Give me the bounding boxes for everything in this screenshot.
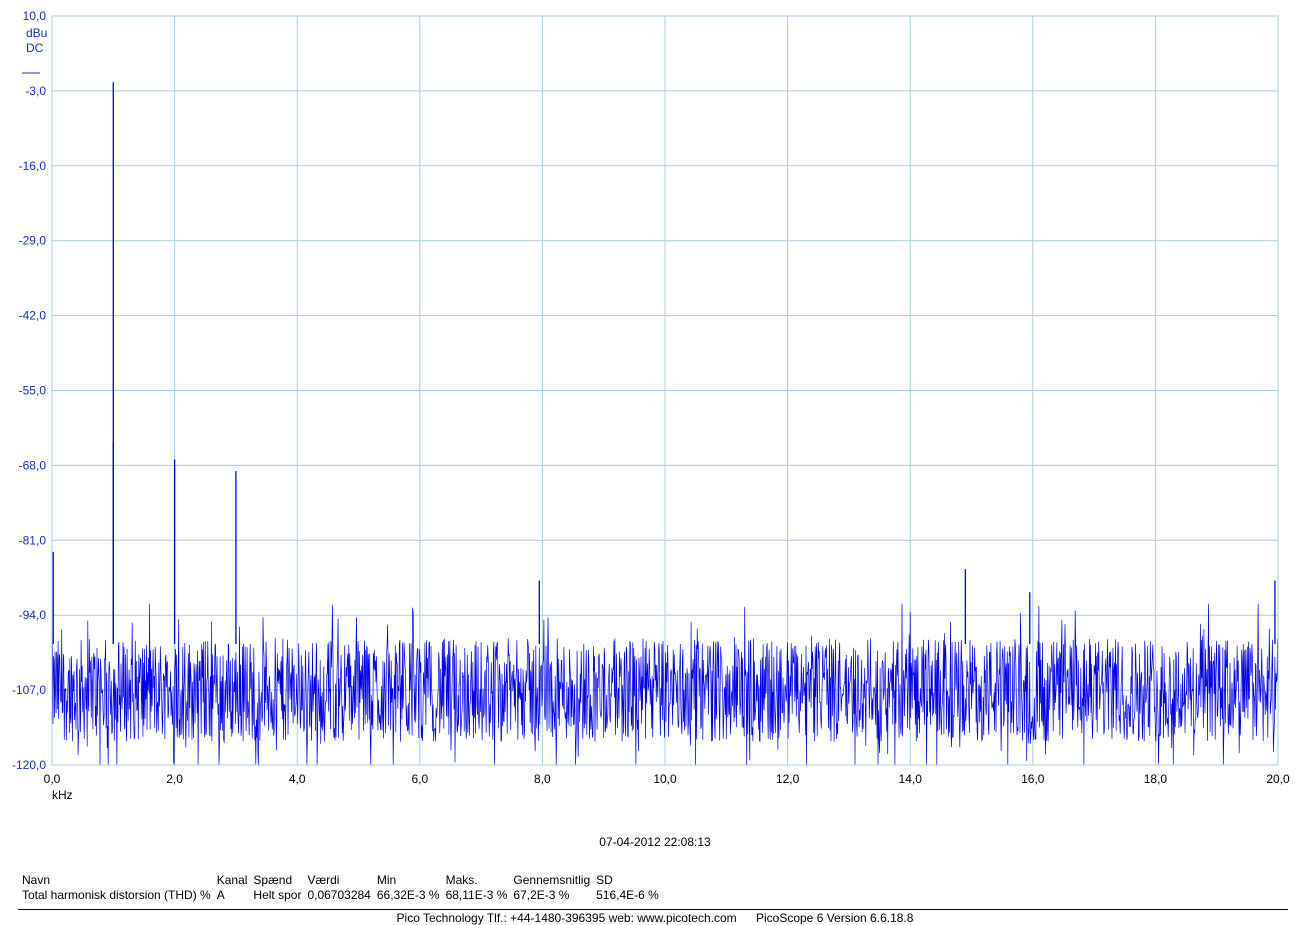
- y-tick-label: -3,0: [25, 84, 46, 98]
- header-value: Værdi: [307, 872, 340, 887]
- x-unit-label: kHz: [52, 788, 73, 802]
- footer-company: Pico Technology Tlf.: +44-1480-396395 we…: [396, 911, 737, 925]
- table-row: Total harmonisk distorsion (THD) % A Hel…: [22, 887, 665, 902]
- header-name: Navn: [22, 872, 51, 887]
- x-tick-label: 6,0: [411, 772, 428, 786]
- y-tick-label: -29,0: [19, 234, 47, 248]
- y-tick-label: -16,0: [19, 159, 47, 173]
- y-tick-label: -42,0: [19, 309, 47, 323]
- measurements-table: Navn Kanal Spænd Værdi Min Maks. Gennems…: [22, 872, 665, 902]
- header-max: Maks.: [445, 872, 478, 887]
- cell-average: 67,2E-3 %: [513, 887, 570, 902]
- header-min: Min: [376, 872, 397, 887]
- y-tick-label: -81,0: [19, 533, 47, 547]
- spectrum-peaks: [52, 82, 1276, 645]
- cell-span: Helt spor: [253, 887, 302, 902]
- cell-max: 68,11E-3 %: [445, 887, 508, 902]
- x-tick-label: 18,0: [1144, 772, 1168, 786]
- cell-sd: 516,4E-6 %: [596, 887, 659, 902]
- y-unit-label: dBu: [26, 26, 47, 40]
- x-tick-label: 12,0: [776, 772, 800, 786]
- header-span: Spænd: [253, 872, 293, 887]
- cell-value: 0,06703284: [307, 887, 371, 902]
- x-tick-label: 2,0: [166, 772, 183, 786]
- footer: Pico Technology Tlf.: +44-1480-396395 we…: [0, 911, 1310, 925]
- x-tick-label: 14,0: [899, 772, 923, 786]
- x-tick-label: 20,0: [1266, 772, 1290, 786]
- measurements-header-row: Navn Kanal Spænd Værdi Min Maks. Gennems…: [22, 872, 665, 887]
- footer-divider: [18, 909, 1288, 910]
- x-axis: 0,0 2,0 4,0 6,0 8,0 10,0 12,0 14,0 16,0 18,0 20,0: [44, 772, 1290, 786]
- header-sd: SD: [596, 872, 613, 887]
- header-channel: Kanal: [216, 872, 248, 887]
- y-tick-label: -94,0: [19, 608, 47, 622]
- footer-version: PicoScope 6 Version 6.6.18.8: [755, 911, 914, 925]
- header-average: Gennemsnitlig: [513, 872, 591, 887]
- y-tick-label: -68,0: [19, 458, 47, 472]
- x-tick-label: 16,0: [1021, 772, 1045, 786]
- x-tick-label: 10,0: [653, 772, 677, 786]
- y-tick-label: -107,0: [12, 683, 46, 697]
- cell-channel: A: [216, 887, 225, 902]
- y-tick-label: 10,0: [23, 9, 47, 23]
- x-tick-label: 4,0: [289, 772, 306, 786]
- y-coupling-label: DC: [26, 41, 44, 55]
- y-tick-label: -120,0: [12, 758, 46, 772]
- x-tick-label: 0,0: [44, 772, 61, 786]
- cell-min: 66,32E-3 %: [376, 887, 440, 902]
- cell-name: Total harmonisk distorsion (THD) %: [22, 887, 211, 902]
- x-tick-label: 8,0: [534, 772, 551, 786]
- spectrum-chart: 10,0 -3,0 -16,0 -29,0 -42,0 -55,0 -68,0 -81,0 -9…: [12, 9, 1290, 802]
- capture-timestamp: 07-04-2012 22:08:13: [599, 835, 711, 849]
- y-axis: 10,0 -3,0 -16,0 -29,0 -42,0 -55,0 -68,0 -81,0 -9…: [12, 9, 46, 772]
- y-tick-label: -55,0: [19, 384, 47, 398]
